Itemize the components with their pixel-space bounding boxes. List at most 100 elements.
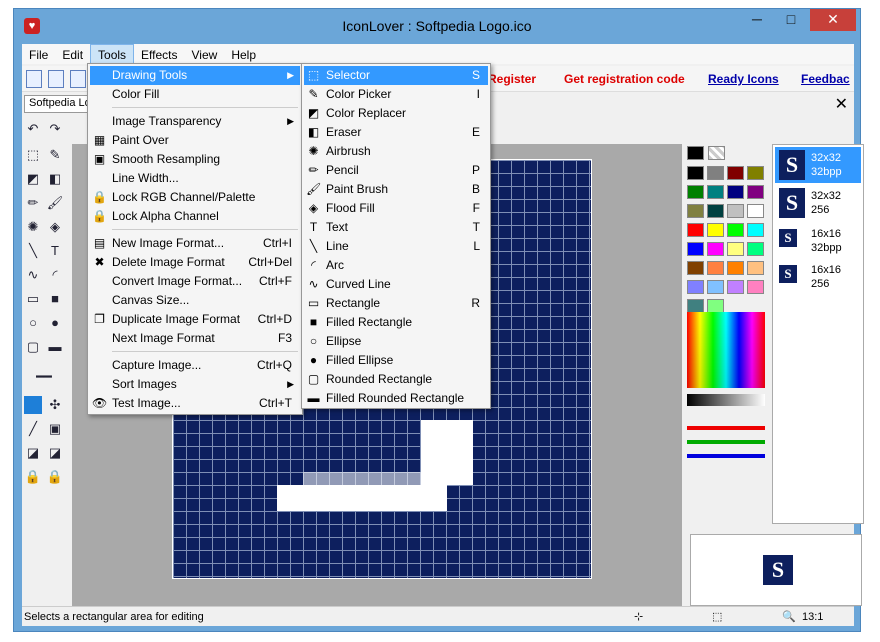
new-file-icon[interactable]: [26, 70, 42, 88]
palette-swatch[interactable]: [707, 242, 724, 256]
curve-tool-icon[interactable]: ∿: [24, 266, 42, 284]
tools-menu-item-capture-image[interactable]: Capture Image... Ctrl+Q: [90, 356, 300, 375]
palette-swatch[interactable]: [727, 223, 744, 237]
color-picker-tool-icon[interactable]: ✎: [46, 146, 64, 164]
palette-swatch[interactable]: [707, 280, 724, 294]
close-document-icon[interactable]: ✕: [835, 94, 848, 114]
drawing-tool-paint-brush[interactable]: 🖌 Paint Brush B: [304, 180, 488, 199]
palette-swatch[interactable]: [687, 261, 704, 275]
palette-swatch[interactable]: [727, 204, 744, 218]
format-item[interactable]: S 16x16 32bpp: [775, 223, 861, 259]
tools-menu-item-new-image-format[interactable]: ▤ New Image Format... Ctrl+I: [90, 234, 300, 253]
tools-menu-item-next-image-format[interactable]: Next Image Format F3: [90, 329, 300, 348]
tools-menu-item-canvas-size[interactable]: Canvas Size...: [90, 291, 300, 310]
drawing-tool-airbrush[interactable]: ✺ Airbrush: [304, 142, 488, 161]
line-tool-icon[interactable]: ╲: [24, 242, 42, 260]
transparency-icon[interactable]: ▣: [46, 420, 64, 438]
menu-file[interactable]: File: [22, 45, 55, 65]
tab-softpedia-logo[interactable]: Softpedia Lo: [24, 95, 92, 113]
flood-fill-tool-icon[interactable]: ◈: [46, 218, 64, 236]
smooth-icon[interactable]: ✣: [46, 396, 64, 414]
drawing-tool-color-replacer[interactable]: ◩ Color Replacer: [304, 104, 488, 123]
drawing-tool-filled-rectangle[interactable]: ■ Filled Rectangle: [304, 313, 488, 332]
minimize-button[interactable]: ─: [742, 9, 772, 31]
filled-rectangle-tool-icon[interactable]: ■: [46, 290, 64, 308]
palette-swatch[interactable]: [707, 299, 724, 313]
redo-icon[interactable]: ↷: [46, 120, 64, 138]
palette-swatch[interactable]: [747, 261, 764, 275]
layers-icon[interactable]: ◪: [24, 444, 42, 462]
background-color[interactable]: [708, 146, 725, 160]
menu-tools[interactable]: Tools: [90, 44, 135, 64]
grayscale-bar[interactable]: [687, 394, 765, 406]
rectangle-tool-icon[interactable]: ▭: [24, 290, 42, 308]
palette-swatch[interactable]: [687, 223, 704, 237]
title-bar[interactable]: ♥ IconLover : Softpedia Logo.ico ─ □ ✕: [14, 9, 860, 43]
selector-tool-icon[interactable]: ⬚: [24, 146, 42, 164]
antialias-line-icon[interactable]: ╱: [24, 420, 42, 438]
menu-help[interactable]: Help: [224, 45, 263, 65]
tools-menu-item-color-fill[interactable]: Color Fill: [90, 85, 300, 104]
foreground-color[interactable]: [687, 146, 704, 160]
menu-view[interactable]: View: [185, 45, 225, 65]
brush-tool-icon[interactable]: 🖌: [46, 194, 64, 212]
tools-menu-item-delete-image-format[interactable]: ✖ Delete Image Format Ctrl+Del: [90, 253, 300, 272]
palette-swatch[interactable]: [687, 299, 704, 313]
palette-swatch[interactable]: [747, 166, 764, 180]
drawing-tool-line[interactable]: ╲ Line L: [304, 237, 488, 256]
rounded-rect-tool-icon[interactable]: ▢: [24, 338, 42, 356]
red-slider[interactable]: [687, 426, 765, 430]
filled-rounded-rect-tool-icon[interactable]: ▬: [46, 338, 64, 356]
palette-swatch[interactable]: [747, 280, 764, 294]
tools-menu-item-lock-rgb-channel-palette[interactable]: 🔒 Lock RGB Channel/Palette: [90, 188, 300, 207]
drawing-tool-pencil[interactable]: ✏ Pencil P: [304, 161, 488, 180]
palette-swatch[interactable]: [727, 185, 744, 199]
drawing-tool-ellipse[interactable]: ○ Ellipse: [304, 332, 488, 351]
palette-swatch[interactable]: [707, 261, 724, 275]
format-item[interactable]: S 32x32 256: [775, 185, 861, 221]
undo-icon[interactable]: ↶: [24, 120, 42, 138]
drawing-tool-eraser[interactable]: ◧ Eraser E: [304, 123, 488, 142]
green-slider[interactable]: [687, 440, 765, 444]
drawing-tool-color-picker[interactable]: ✎ Color Picker I: [304, 85, 488, 104]
palette-swatch[interactable]: [687, 242, 704, 256]
airbrush-tool-icon[interactable]: ✺: [24, 218, 42, 236]
palette-swatch[interactable]: [727, 166, 744, 180]
paint-over-icon[interactable]: [24, 396, 42, 414]
color-replacer-tool-icon[interactable]: ◩: [24, 170, 42, 188]
drawing-tool-filled-ellipse[interactable]: ● Filled Ellipse: [304, 351, 488, 370]
feedback-link[interactable]: Feedbac: [801, 72, 850, 86]
line-width-icon[interactable]: ━━: [24, 368, 64, 386]
layers-alt-icon[interactable]: ◪: [46, 444, 64, 462]
close-button[interactable]: ✕: [810, 9, 856, 31]
drawing-tool-arc[interactable]: ◜ Arc: [304, 256, 488, 275]
register-link[interactable]: Register: [488, 72, 536, 86]
palette-swatch[interactable]: [727, 280, 744, 294]
maximize-button[interactable]: □: [776, 9, 806, 31]
tools-menu-item-convert-image-format[interactable]: Convert Image Format... Ctrl+F: [90, 272, 300, 291]
palette-swatch[interactable]: [707, 204, 724, 218]
palette-swatch[interactable]: [727, 261, 744, 275]
format-item[interactable]: S 16x16 256: [775, 259, 861, 295]
blue-slider[interactable]: [687, 454, 765, 458]
menu-edit[interactable]: Edit: [55, 45, 90, 65]
pencil-tool-icon[interactable]: ✏: [24, 194, 42, 212]
palette-swatch[interactable]: [747, 185, 764, 199]
tools-menu-item-smooth-resampling[interactable]: ▣ Smooth Resampling: [90, 150, 300, 169]
open-icon[interactable]: [70, 70, 86, 88]
tools-menu-item-test-image[interactable]: 👁 Test Image... Ctrl+T: [90, 394, 300, 413]
palette-swatch[interactable]: [687, 185, 704, 199]
palette-swatch[interactable]: [687, 280, 704, 294]
get-registration-code-link[interactable]: Get registration code: [564, 72, 685, 86]
color-spectrum[interactable]: [687, 312, 765, 388]
tools-menu-item-image-transparency[interactable]: Image Transparency ▶: [90, 112, 300, 131]
text-tool-icon[interactable]: T: [46, 242, 64, 260]
palette-swatch[interactable]: [707, 185, 724, 199]
arc-tool-icon[interactable]: ◜: [46, 266, 64, 284]
tools-menu-item-lock-alpha-channel[interactable]: 🔒 Lock Alpha Channel: [90, 207, 300, 226]
ready-icons-link[interactable]: Ready Icons: [708, 72, 779, 86]
palette-swatch[interactable]: [727, 242, 744, 256]
drawing-tool-rounded-rectangle[interactable]: ▢ Rounded Rectangle: [304, 370, 488, 389]
drawing-tool-flood-fill[interactable]: ◈ Flood Fill F: [304, 199, 488, 218]
drawing-tool-filled-rounded-rectangle[interactable]: ▬ Filled Rounded Rectangle: [304, 389, 488, 408]
